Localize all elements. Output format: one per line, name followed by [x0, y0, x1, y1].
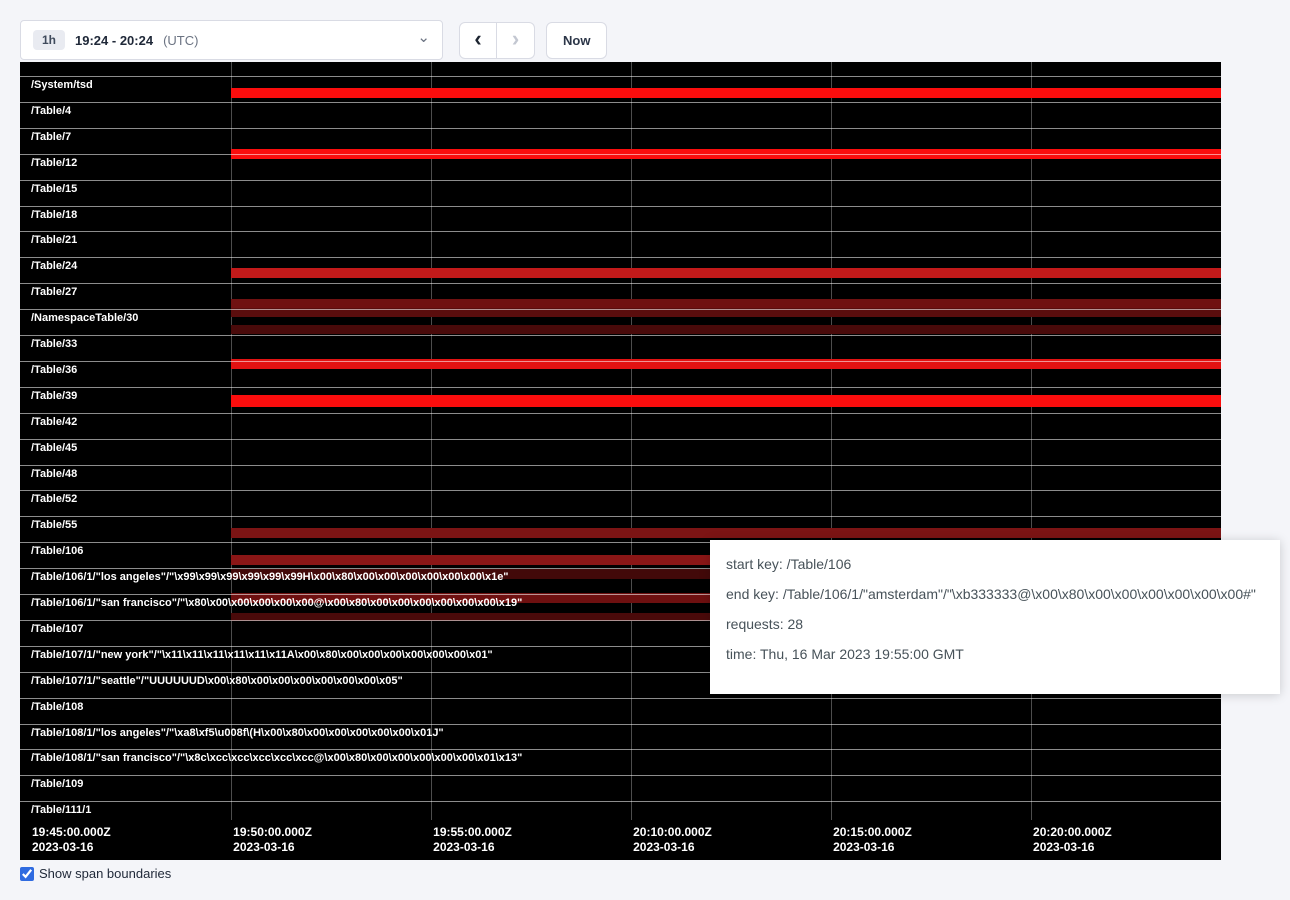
time-axis-label: 20:15:00.000Z2023-03-16 — [833, 825, 912, 855]
span-boundary-line — [20, 128, 1221, 129]
range-text: 19:24 - 20:24 — [75, 33, 153, 48]
row-label: /Table/33 — [31, 338, 77, 351]
row-label: /System/tsd — [31, 79, 93, 92]
row-label: /Table/106/1/"los angeles"/"\x99\x99\x99… — [31, 571, 509, 584]
toolbar: 1h 19:24 - 20:24 (UTC) ⌄ ‹ › Now — [20, 20, 607, 60]
range-duration-badge: 1h — [33, 30, 65, 50]
next-range-button[interactable]: › — [497, 22, 535, 59]
heat-band — [231, 325, 1221, 334]
time-gridline — [431, 62, 432, 820]
range-nav-button-group: ‹ › — [459, 22, 535, 59]
time-axis-label: 19:55:00.000Z2023-03-16 — [433, 825, 512, 855]
span-boundary-line — [20, 465, 1221, 466]
row-label: /Table/52 — [31, 493, 77, 506]
heat-band — [231, 299, 1221, 308]
span-boundary-line — [20, 801, 1221, 802]
span-boundary-line — [20, 309, 1221, 310]
chevron-down-icon: ⌄ — [417, 30, 430, 45]
row-label: /NamespaceTable/30 — [31, 312, 138, 325]
range-timezone-label: (UTC) — [163, 33, 198, 48]
row-label: /Table/4 — [31, 105, 71, 118]
tooltip-requests: requests: 28 — [726, 616, 1264, 632]
row-label: /Table/39 — [31, 390, 77, 403]
span-boundary-line — [20, 361, 1221, 362]
row-label: /Table/107/1/"new york"/"\x11\x11\x11\x1… — [31, 649, 493, 662]
time-range-selector[interactable]: 1h 19:24 - 20:24 (UTC) ⌄ — [20, 20, 443, 60]
now-button[interactable]: Now — [546, 22, 607, 59]
span-boundary-line — [20, 76, 1221, 77]
time-gridline — [831, 62, 832, 820]
row-label: /Table/12 — [31, 157, 77, 170]
hover-tooltip: start key: /Table/106 end key: /Table/10… — [710, 540, 1280, 694]
show-span-boundaries-checkbox[interactable] — [20, 867, 34, 881]
row-label: /Table/24 — [31, 260, 77, 273]
row-label: /Table/106 — [31, 545, 83, 558]
row-label: /Table/45 — [31, 442, 77, 455]
time-gridline — [231, 62, 232, 820]
span-boundary-line — [20, 154, 1221, 155]
row-label: /Table/36 — [31, 364, 77, 377]
span-boundary-line — [20, 257, 1221, 258]
row-label: /Table/107/1/"seattle"/"UUUUUUD\x00\x80\… — [31, 675, 403, 688]
span-boundary-line — [20, 206, 1221, 207]
span-boundary-line — [20, 749, 1221, 750]
time-gridline — [631, 62, 632, 820]
heat-band — [231, 88, 1221, 98]
row-label: /Table/111/1 — [31, 804, 91, 817]
time-axis-label: 19:45:00.000Z2023-03-16 — [32, 825, 111, 855]
row-label: /Table/27 — [31, 286, 77, 299]
row-label: /Table/15 — [31, 183, 77, 196]
span-boundary-line — [20, 102, 1221, 103]
row-label: /Table/107 — [31, 623, 83, 636]
row-label: /Table/106/1/"san francisco"/"\x80\x00\x… — [31, 597, 522, 610]
heat-band — [231, 268, 1221, 278]
row-label: /Table/55 — [31, 519, 77, 532]
prev-range-button[interactable]: ‹ — [459, 22, 497, 59]
key-visualizer-canvas[interactable]: /System/tsd/Table/4/Table/7/Table/12/Tab… — [20, 62, 1221, 860]
heat-band — [231, 395, 1221, 407]
row-label: /Table/7 — [31, 131, 71, 144]
time-axis-label: 19:50:00.000Z2023-03-16 — [233, 825, 312, 855]
tooltip-end-key: end key: /Table/106/1/"amsterdam"/"\xb33… — [726, 586, 1264, 602]
span-boundary-line — [20, 180, 1221, 181]
footer: Show span boundaries — [20, 866, 171, 881]
time-axis-label: 20:10:00.000Z2023-03-16 — [633, 825, 712, 855]
row-label: /Table/108 — [31, 701, 83, 714]
span-boundary-line — [20, 490, 1221, 491]
span-boundary-line — [20, 775, 1221, 776]
time-gridline — [1031, 62, 1032, 820]
span-boundary-line — [20, 413, 1221, 414]
span-boundary-line — [20, 698, 1221, 699]
row-label: /Table/18 — [31, 209, 77, 222]
show-span-boundaries-label: Show span boundaries — [39, 866, 171, 881]
time-axis-label: 20:20:00.000Z2023-03-16 — [1033, 825, 1112, 855]
span-boundary-line — [20, 387, 1221, 388]
row-label: /Table/48 — [31, 468, 77, 481]
row-label: /Table/42 — [31, 416, 77, 429]
heat-band — [231, 528, 1221, 538]
row-label: /Table/21 — [31, 234, 77, 247]
tooltip-time: time: Thu, 16 Mar 2023 19:55:00 GMT — [726, 646, 1264, 662]
tooltip-start-key: start key: /Table/106 — [726, 556, 1264, 572]
span-boundary-line — [20, 231, 1221, 232]
span-boundary-line — [20, 516, 1221, 517]
span-boundary-line — [20, 439, 1221, 440]
span-boundary-line — [20, 283, 1221, 284]
span-boundary-line — [20, 724, 1221, 725]
row-label: /Table/108/1/"los angeles"/"\xa8\xf5\u00… — [31, 727, 444, 740]
row-label: /Table/108/1/"san francisco"/"\x8c\xcc\x… — [31, 752, 522, 765]
span-boundary-line — [20, 335, 1221, 336]
row-label: /Table/109 — [31, 778, 83, 791]
